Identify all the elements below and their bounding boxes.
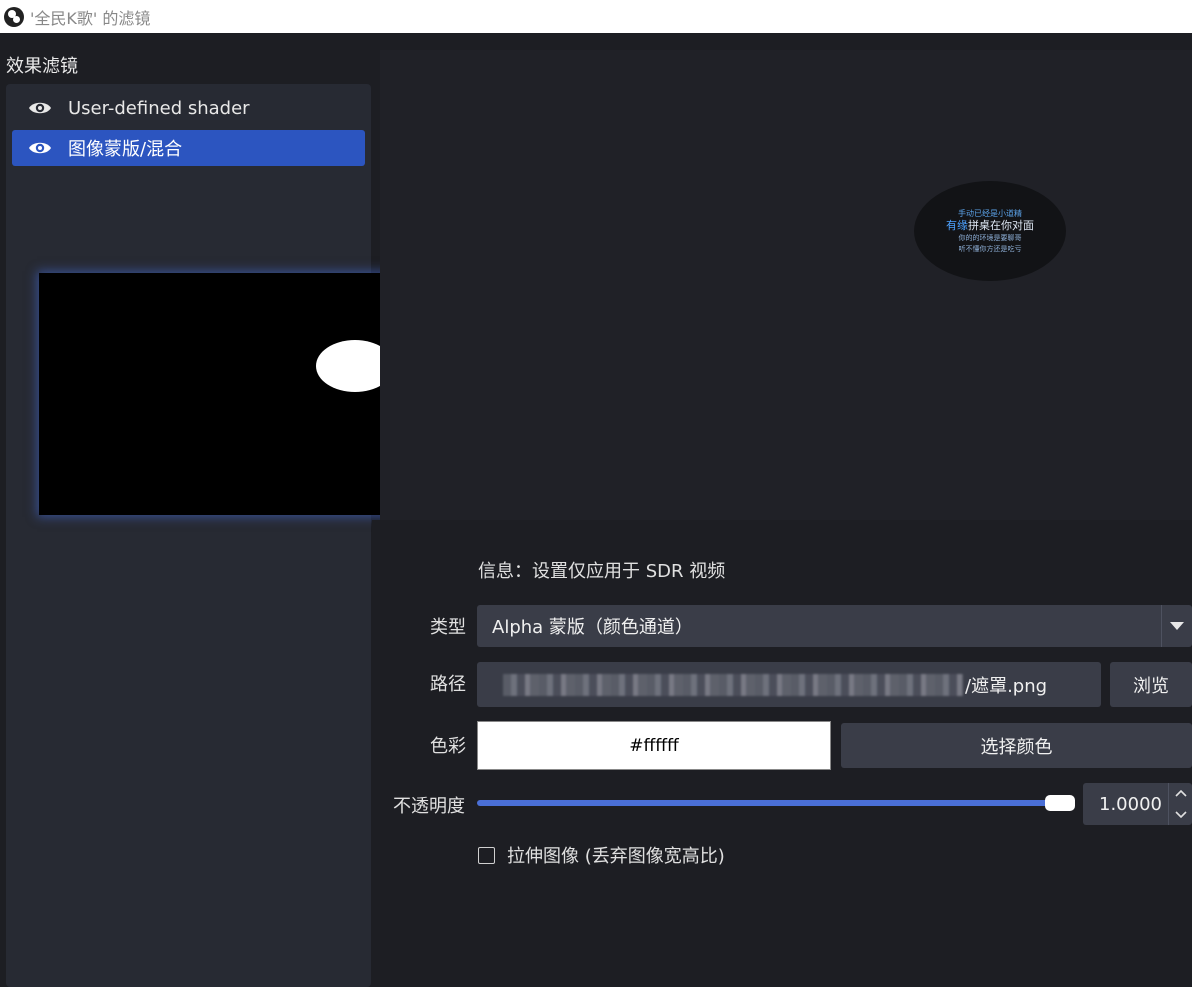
info-text: 信息：设置仅应用于 SDR 视频 [478,561,726,582]
filter-item-user-defined-shader[interactable]: User-defined shader [12,90,365,126]
lyric-highlight: 有缘 [946,218,968,232]
opacity-label: 不透明度 [393,796,465,817]
spin-up-icon[interactable] [1169,783,1192,804]
title-bar: '全民K歌' 的滤镜 [0,0,1192,33]
chevron-down-icon[interactable] [1161,605,1192,647]
redacted-path [503,673,963,696]
lyric-line-current: 有缘拼桌在你对面 [946,219,1034,233]
lyric-line: 手动已经是小道精 [958,208,1022,218]
stretch-image-label: 拉伸图像 (丢弃图像宽高比) [507,846,725,867]
path-input[interactable]: /遮罩.png [477,662,1101,707]
eye-icon[interactable] [20,140,60,156]
obs-logo-icon [4,6,24,27]
opacity-spinbox[interactable]: 1.0000 [1083,783,1192,825]
preview-lyrics-bubble: 手动已经是小道精 有缘拼桌在你对面 你的的环境是要聊哥 听不懂你方还是吃亏 [914,181,1066,281]
lyric-rest: 拼桌在你对面 [968,218,1034,232]
path-suffix: /遮罩.png [965,675,1048,697]
filter-item-image-mask-blend[interactable]: 图像蒙版/混合 [12,130,365,166]
source-preview: 手动已经是小道精 有缘拼桌在你对面 你的的环境是要聊哥 听不懂你方还是吃亏 [380,50,1192,520]
section-label-effect-filters: 效果滤镜 [6,56,78,77]
type-label: 类型 [430,617,466,638]
select-color-button[interactable]: 选择颜色 [841,723,1192,768]
color-swatch: #ffffff [477,721,831,770]
lyric-line: 听不懂你方还是吃亏 [958,244,1022,253]
filter-item-label: 图像蒙版/混合 [68,139,183,160]
filter-list: User-defined shader 图像蒙版/混合 [6,84,371,987]
browse-button[interactable]: 浏览 [1110,662,1192,707]
type-select-value: Alpha 蒙版（颜色通道） [492,617,693,638]
opacity-value: 1.0000 [1099,793,1162,815]
lyric-line: 你的的环境是要聊哥 [958,233,1022,242]
opacity-slider-track[interactable] [477,800,1067,806]
color-label: 色彩 [430,736,466,757]
eye-icon[interactable] [20,100,60,116]
spin-down-icon[interactable] [1169,804,1192,825]
type-select[interactable]: Alpha 蒙版（颜色通道） [477,605,1192,647]
window-title: '全民K歌' 的滤镜 [30,8,151,28]
filter-item-label: User-defined shader [68,97,250,119]
stretch-image-checkbox[interactable] [478,846,495,864]
stretch-image-option[interactable]: 拉伸图像 (丢弃图像宽高比) [478,842,725,868]
path-label: 路径 [430,674,466,695]
opacity-slider-handle[interactable] [1045,795,1075,811]
